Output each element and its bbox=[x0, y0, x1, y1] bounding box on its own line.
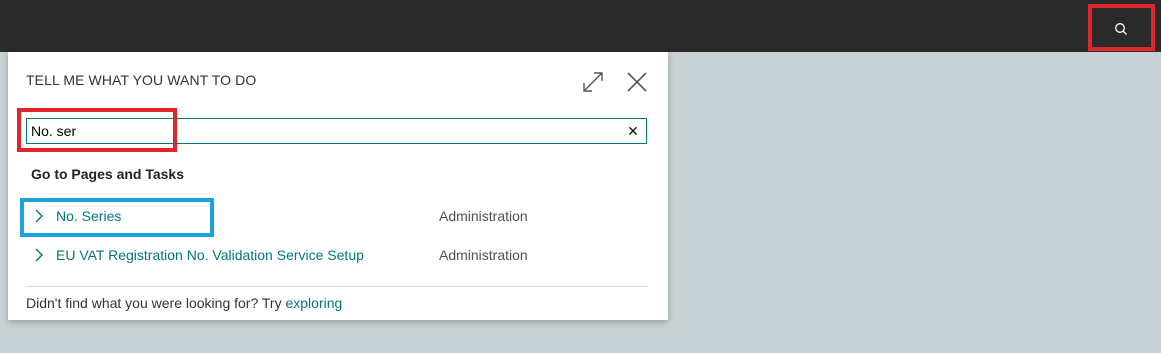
result-item-no-series[interactable]: No. Series Administration bbox=[26, 202, 647, 230]
result-category: Administration bbox=[439, 247, 528, 263]
result-item-eu-vat-registration[interactable]: EU VAT Registration No. Validation Servi… bbox=[26, 241, 647, 269]
clear-icon: ✕ bbox=[627, 122, 639, 139]
close-icon bbox=[627, 72, 647, 92]
search-icon bbox=[1115, 23, 1127, 35]
expand-button[interactable] bbox=[579, 68, 607, 96]
search-input[interactable] bbox=[29, 120, 613, 142]
result-label: No. Series bbox=[56, 208, 122, 224]
chevron-right-icon bbox=[35, 209, 43, 223]
result-label: EU VAT Registration No. Validation Servi… bbox=[56, 247, 364, 263]
chevron-right-icon bbox=[35, 248, 43, 262]
close-button[interactable] bbox=[623, 68, 651, 96]
result-category: Administration bbox=[439, 208, 528, 224]
exploring-link[interactable]: exploring bbox=[285, 295, 342, 311]
app-root: TELL ME WHAT YOU WANT TO DO ✕ Go to Page… bbox=[0, 0, 1161, 353]
section-title: Go to Pages and Tasks bbox=[31, 166, 185, 182]
search-button[interactable] bbox=[1097, 11, 1145, 47]
divider bbox=[26, 286, 648, 287]
top-bar bbox=[0, 0, 1161, 52]
tell-me-dialog: TELL ME WHAT YOU WANT TO DO ✕ Go to Page… bbox=[8, 52, 668, 320]
footer-message: Didn't find what you were looking for? T… bbox=[26, 295, 286, 311]
search-field: ✕ bbox=[26, 118, 647, 144]
expand-icon bbox=[583, 72, 603, 92]
clear-search-button[interactable]: ✕ bbox=[624, 122, 642, 140]
dialog-title: TELL ME WHAT YOU WANT TO DO bbox=[26, 72, 257, 88]
footer-text: Didn't find what you were looking for? T… bbox=[26, 295, 342, 311]
